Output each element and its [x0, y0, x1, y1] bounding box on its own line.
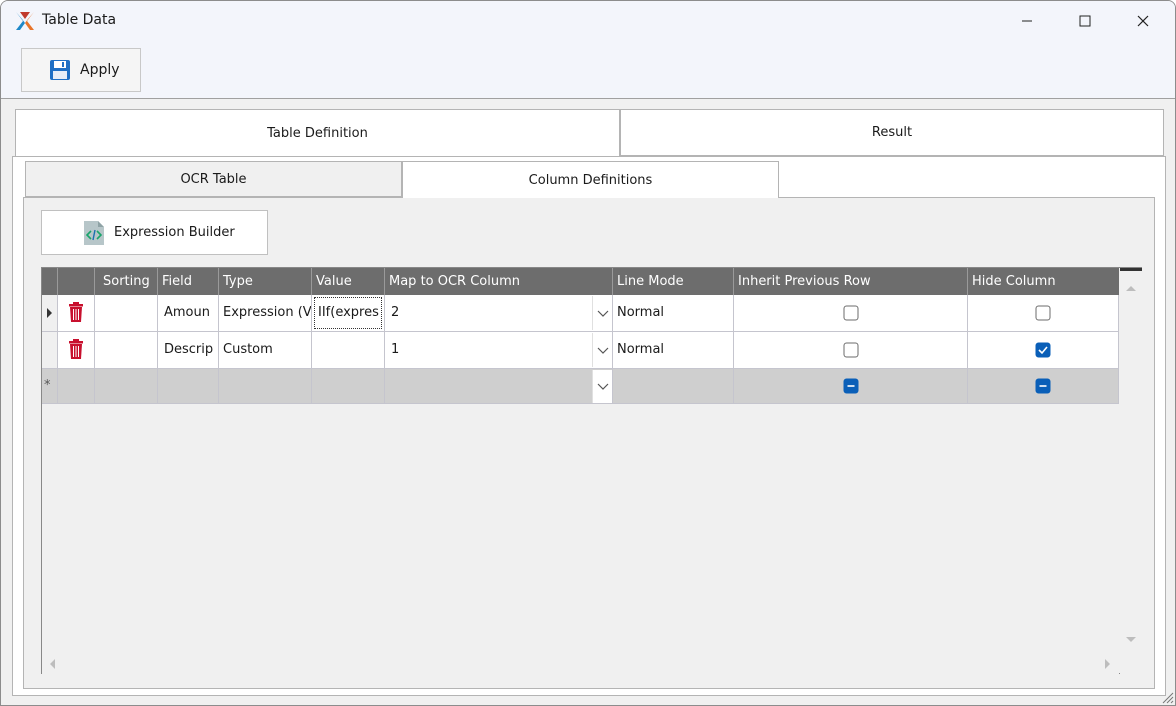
apply-button[interactable]: Apply — [21, 48, 141, 92]
dash-icon — [1039, 385, 1047, 387]
cell-value[interactable] — [312, 332, 385, 369]
cell-hide-column[interactable] — [968, 332, 1119, 369]
window-title: Table Data — [42, 12, 117, 28]
hide-column-checkbox[interactable] — [1035, 342, 1051, 358]
save-disk-icon — [50, 60, 70, 80]
current-row-arrow-icon — [47, 308, 52, 318]
dropdown-button[interactable] — [592, 333, 612, 367]
close-icon — [1137, 15, 1149, 27]
column-definitions-grid: Sorting Field Type Value Map to OCR Colu… — [41, 267, 1142, 674]
inherit-checkbox[interactable] — [843, 305, 858, 321]
new-row-delete-cell — [58, 369, 95, 404]
map-value: 2 — [391, 305, 400, 320]
header-sorting[interactable]: Sorting — [95, 268, 158, 295]
grid-header: Sorting Field Type Value Map to OCR Colu… — [42, 268, 1119, 295]
new-row[interactable]: * — [42, 369, 1119, 404]
cell-sorting[interactable] — [95, 332, 158, 369]
maximize-button[interactable] — [1056, 1, 1114, 41]
cell-inherit-previous-row[interactable] — [734, 332, 968, 369]
chevron-down-icon — [597, 347, 609, 354]
tab-label: OCR Table — [180, 171, 247, 187]
cell-sorting[interactable] — [95, 295, 158, 332]
trash-icon — [69, 302, 83, 322]
hide-column-checkbox[interactable] — [1035, 305, 1051, 321]
tab-label: Result — [871, 125, 913, 140]
row-header-spacer — [42, 268, 58, 295]
tab-table-definition[interactable]: Table Definition — [15, 109, 620, 157]
new-cell-hide-column[interactable] — [968, 369, 1119, 404]
cell-line-mode[interactable]: Normal — [613, 332, 734, 369]
inherit-checkbox[interactable] — [843, 342, 858, 358]
row-selector[interactable] — [42, 332, 58, 369]
toolbar: Apply — [1, 41, 1175, 99]
table-data-window: Table Data Apply Table Definition Result — [0, 0, 1176, 706]
row-selector[interactable] — [42, 295, 58, 332]
cell-type[interactable]: Expression (V — [219, 295, 312, 332]
cell-field[interactable]: Amoun — [158, 295, 219, 332]
vertical-scrollbar[interactable] — [1120, 268, 1142, 656]
dropdown-button[interactable] — [592, 296, 612, 330]
new-cell-sorting[interactable] — [95, 369, 158, 404]
header-line-mode[interactable]: Line Mode — [613, 268, 734, 295]
new-cell-line-mode[interactable] — [613, 369, 734, 404]
trash-icon — [69, 339, 83, 359]
table-row[interactable]: Amoun Expression (V IIf(expres 2 Normal — [42, 295, 1119, 332]
chevron-down-icon — [597, 310, 609, 317]
cell-type[interactable]: Custom — [219, 332, 312, 369]
tab-label: Table Definition — [267, 126, 368, 141]
header-type[interactable]: Type — [219, 268, 312, 295]
scrollbar-corner — [1120, 656, 1142, 674]
header-map-to-ocr-column[interactable]: Map to OCR Column — [385, 268, 613, 295]
close-button[interactable] — [1114, 1, 1172, 41]
horizontal-scrollbar[interactable] — [42, 654, 1119, 674]
header-inherit-previous-row[interactable]: Inherit Previous Row — [734, 268, 968, 295]
expression-builder-label: Expression Builder — [114, 225, 235, 240]
cell-map-to-ocr-column[interactable]: 1 — [385, 332, 613, 369]
cell-field[interactable]: Descrip — [158, 332, 219, 369]
header-delete-spacer — [58, 268, 95, 295]
new-cell-type[interactable] — [219, 369, 312, 404]
new-cell-value[interactable] — [312, 369, 385, 404]
new-cell-field[interactable] — [158, 369, 219, 404]
tab-ocr-table[interactable]: OCR Table — [25, 161, 402, 197]
delete-row-button[interactable] — [58, 332, 95, 369]
cell-value-text: IIf(expres — [318, 305, 379, 320]
resize-grip-icon[interactable] — [1159, 689, 1175, 705]
minimize-icon — [1022, 20, 1032, 22]
tab-result[interactable]: Result — [620, 109, 1164, 156]
chevron-down-icon — [597, 383, 609, 390]
cell-inherit-previous-row[interactable] — [734, 295, 968, 332]
cell-line-mode[interactable]: Normal — [613, 295, 734, 332]
apply-label: Apply — [80, 62, 120, 78]
cell-hide-column[interactable] — [968, 295, 1119, 332]
header-hide-column[interactable]: Hide Column — [968, 268, 1119, 295]
dash-icon — [847, 385, 854, 387]
inherit-checkbox-indeterminate[interactable] — [843, 378, 858, 394]
cell-map-to-ocr-column[interactable]: 2 — [385, 295, 613, 332]
maximize-icon — [1079, 15, 1091, 27]
expression-builder-button[interactable]: Expression Builder — [41, 210, 268, 255]
new-cell-inherit-previous-row[interactable] — [734, 369, 968, 404]
dropdown-button[interactable] — [592, 370, 612, 403]
checkmark-icon — [1038, 346, 1048, 355]
table-row[interactable]: Descrip Custom 1 Normal — [42, 332, 1119, 369]
minimize-button[interactable] — [998, 1, 1056, 41]
tab-column-definitions[interactable]: Column Definitions — [402, 161, 779, 198]
app-logo-icon — [16, 12, 34, 30]
scroll-arrows-icon — [1120, 268, 1142, 642]
new-cell-map-to-ocr-column[interactable] — [385, 369, 613, 404]
code-file-icon — [84, 220, 104, 245]
scroll-arrows-icon — [50, 659, 1110, 669]
map-value: 1 — [391, 342, 400, 357]
header-field[interactable]: Field — [158, 268, 219, 295]
header-value[interactable]: Value — [312, 268, 385, 295]
new-row-marker: * — [42, 369, 58, 404]
hide-column-checkbox-indeterminate[interactable] — [1035, 378, 1051, 394]
delete-row-button[interactable] — [58, 295, 95, 332]
title-bar: Table Data — [1, 1, 1175, 41]
cell-value[interactable]: IIf(expres — [312, 295, 385, 332]
tab-label: Column Definitions — [528, 172, 653, 188]
